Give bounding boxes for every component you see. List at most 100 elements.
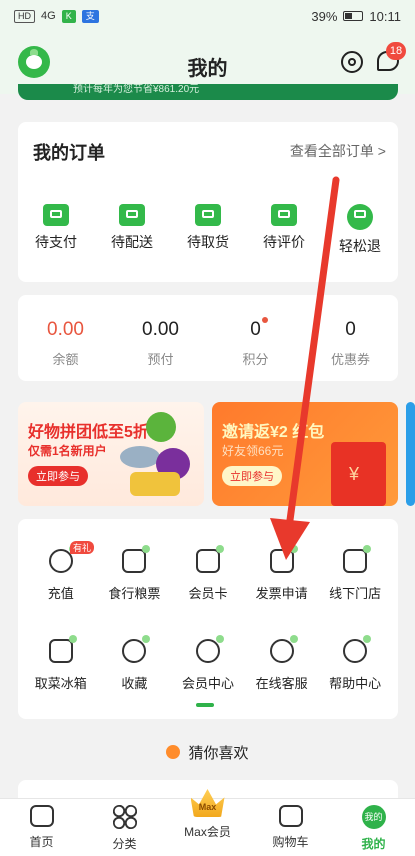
points-value-wrap: 0: [250, 317, 268, 341]
banner-join-button[interactable]: 立即参与: [222, 466, 282, 486]
service-favorites[interactable]: 收藏: [98, 635, 172, 692]
comment-icon: [271, 204, 297, 226]
settings-gear-icon[interactable]: [341, 51, 363, 73]
service-help-center[interactable]: 帮助中心: [318, 635, 392, 692]
page-indicator: [196, 703, 214, 707]
headset-icon: [269, 635, 298, 663]
tab-home[interactable]: 首页: [0, 799, 83, 856]
guess-title: 猜你喜欢: [188, 745, 249, 762]
service-invoice[interactable]: 发票申请: [245, 545, 319, 602]
signal-icon: 4G: [41, 10, 56, 22]
balance-value: 0.00: [47, 319, 84, 340]
red-envelope-icon: [331, 442, 386, 506]
app-k-icon: K: [61, 9, 76, 23]
tab-label: 我的: [361, 837, 386, 851]
service-label: 取菜冰箱: [34, 676, 87, 691]
service-label: 充值: [47, 586, 74, 601]
locker-icon: [195, 204, 221, 226]
order-pending-payment[interactable]: 待支付: [18, 204, 94, 256]
service-label: 会员中心: [181, 676, 234, 691]
clock: 10:11: [369, 8, 401, 24]
order-pending-review[interactable]: 待评价: [246, 204, 322, 256]
service-pickup-fridge[interactable]: 取菜冰箱: [24, 635, 98, 692]
prepaid-value: 0.00: [142, 319, 179, 340]
star-icon: [122, 635, 151, 663]
vip-card-icon: [195, 545, 224, 573]
question-icon: [343, 635, 372, 663]
order-pending-delivery[interactable]: 待配送: [94, 204, 170, 256]
orders-title: 我的订单: [33, 143, 105, 163]
balance-label: 余额: [52, 352, 79, 367]
heart-badge-icon: [195, 635, 224, 663]
prepaid-item[interactable]: 0.00 预付: [113, 319, 208, 368]
guess-you-like-header: 猜你喜欢: [0, 742, 415, 763]
prepaid-label: 预付: [147, 352, 174, 367]
service-offline-store[interactable]: 线下门店: [318, 545, 392, 602]
invoice-icon: [269, 545, 298, 573]
refund-icon: [347, 204, 373, 230]
banner-subtitle: 好友领66元: [222, 444, 284, 458]
hd-icon: HD: [14, 9, 35, 23]
service-label: 会员卡: [188, 586, 228, 601]
battery-icon: [343, 11, 364, 21]
tab-category[interactable]: 分类: [83, 799, 166, 856]
message-badge: 18: [386, 42, 406, 60]
view-all-orders-link[interactable]: 查看全部订单 >: [290, 141, 386, 161]
service-label: 在线客服: [255, 676, 308, 691]
tab-mine[interactable]: 我的 我的: [332, 799, 415, 856]
status-left: HD 4G K 支: [14, 9, 99, 23]
fridge-icon: [48, 635, 77, 663]
order-pending-pickup[interactable]: 待取货: [170, 204, 246, 256]
points-label: 积分: [242, 352, 269, 367]
heart-icon: [166, 745, 181, 759]
home-icon: [29, 805, 54, 827]
service-online-support[interactable]: 在线客服: [245, 635, 319, 692]
tab-label: Max会员: [184, 825, 231, 839]
category-grid-icon: [112, 805, 137, 829]
coupons-label: 优惠券: [330, 352, 370, 367]
service-recharge[interactable]: 有礼 充值: [24, 541, 98, 602]
bottom-tab-bar: 首页 分类 Max Max会员 购物车 我的 我的: [0, 789, 415, 856]
balance-item[interactable]: 0.00 余额: [18, 319, 113, 368]
group-buy-banner[interactable]: 好物拼团低至5折 仅需1名新用户 立即参与: [18, 402, 204, 506]
service-vip-card[interactable]: 会员卡: [171, 545, 245, 602]
status-bar: HD 4G K 支 39% 10:11: [0, 0, 415, 32]
tab-max-member[interactable]: Max Max会员: [166, 789, 249, 856]
coupons-value: 0: [345, 319, 356, 340]
invite-banner[interactable]: 邀请返¥2 红包 好友领66元 立即参与: [212, 402, 398, 506]
ticket-icon: [122, 545, 151, 573]
next-banner-edge[interactable]: [406, 402, 415, 506]
gift-tag: 有礼: [70, 541, 95, 554]
order-easy-refund[interactable]: 轻松退: [322, 204, 398, 256]
savings-strip[interactable]: 预计每年为您节省¥861.20元: [18, 84, 398, 100]
cart-icon: [278, 805, 303, 827]
orders-card: 我的订单 查看全部订单 > 待支付 待配送 待取货 待评价 轻松退: [18, 122, 398, 282]
wallet-icon: [43, 204, 69, 226]
order-item-label: 轻松退: [339, 238, 381, 254]
delivery-truck-icon: [119, 204, 145, 226]
tab-label: 分类: [112, 837, 137, 851]
alipay-icon: 支: [81, 9, 99, 23]
balance-card: 0.00 余额 0.00 预付 0 积分 0 优惠券: [18, 295, 398, 381]
points-item[interactable]: 0 积分: [208, 317, 303, 368]
battery-percent: 39%: [311, 8, 338, 24]
order-item-label: 待评价: [263, 234, 305, 250]
points-red-dot: [261, 317, 268, 323]
order-item-label: 待取货: [187, 234, 229, 250]
tab-label: 购物车: [272, 835, 309, 849]
services-card: 有礼 充值 食行粮票 会员卡 发票申请 线下门店 取菜冰箱 收藏 会员中心 在线…: [18, 519, 398, 719]
tab-cart[interactable]: 购物车: [249, 799, 332, 856]
banner-join-button[interactable]: 立即参与: [28, 466, 88, 486]
order-item-label: 待配送: [111, 234, 153, 250]
service-label: 收藏: [121, 676, 148, 691]
order-item-label: 待支付: [35, 234, 77, 250]
banner-subtitle: 仅需1名新用户: [28, 444, 107, 458]
service-label: 发票申请: [255, 586, 308, 601]
tab-label: 首页: [29, 835, 54, 849]
service-food-ticket[interactable]: 食行粮票: [98, 545, 172, 602]
service-label: 线下门店: [329, 586, 382, 601]
coupons-item[interactable]: 0 优惠券: [303, 319, 398, 368]
service-member-center[interactable]: 会员中心: [171, 635, 245, 692]
service-label: 食行粮票: [108, 586, 161, 601]
points-value: 0: [250, 319, 261, 340]
